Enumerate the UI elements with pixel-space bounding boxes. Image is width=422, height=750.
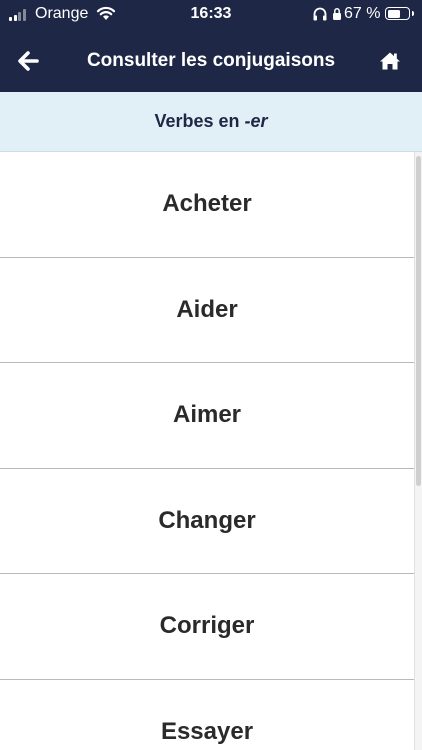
orientation-lock-icon	[333, 8, 341, 20]
verb-item-essayer[interactable]: Essayer	[0, 680, 414, 750]
battery-icon	[385, 7, 414, 20]
app-header: Orange 16:33 67 % Consulter les conjugai…	[0, 0, 422, 92]
verb-item-corriger[interactable]: Corriger	[0, 574, 414, 680]
home-icon	[380, 52, 400, 70]
verb-list[interactable]: Acheter Aider Aimer Changer Corriger Ess…	[0, 152, 414, 750]
verb-label: Aimer	[172, 401, 242, 429]
verb-label: Changer	[158, 506, 256, 534]
battery-level-fill	[387, 9, 400, 18]
page-title: Consulter les conjugaisons	[86, 50, 336, 71]
section-title: Verbes en -er	[154, 111, 267, 132]
verb-item-aimer[interactable]: Aimer	[0, 363, 414, 469]
section-banner: Verbes en -er	[0, 92, 422, 152]
arrow-left-icon	[18, 51, 39, 71]
verb-label: Essayer	[160, 717, 254, 745]
verb-label: Aider	[176, 295, 238, 323]
verb-item-aider[interactable]: Aider	[0, 258, 414, 363]
section-title-suffix: -er	[244, 111, 268, 131]
scrollbar-thumb[interactable]	[416, 156, 421, 486]
verb-label: Corriger	[159, 612, 255, 640]
verb-item-changer[interactable]: Changer	[0, 469, 414, 574]
scrollbar[interactable]	[414, 152, 422, 750]
status-bar: Orange 16:33 67 %	[0, 0, 422, 30]
section-title-prefix: Verbes en	[154, 111, 245, 131]
home-button[interactable]	[370, 46, 410, 76]
verb-label: Acheter	[162, 190, 252, 218]
navigation-bar: Consulter les conjugaisons	[0, 30, 422, 92]
back-button[interactable]	[14, 46, 54, 76]
headphones-icon	[313, 7, 327, 21]
battery-percentage: 67 %	[344, 5, 381, 22]
verb-item-acheter[interactable]: Acheter	[0, 152, 414, 258]
